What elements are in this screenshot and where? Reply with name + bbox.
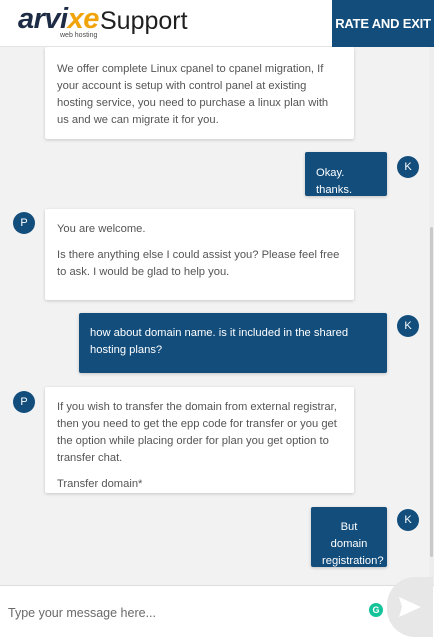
header-title: Support <box>100 7 188 35</box>
send-icon <box>399 597 421 617</box>
grammarly-icon[interactable]: G <box>369 603 383 617</box>
user-message: Okay. thanks. <box>305 152 387 196</box>
agent-avatar: P <box>13 212 35 234</box>
agent-message: We offer complete Linux cpanel to cpanel… <box>45 47 354 139</box>
logo-tagline: web hosting <box>60 32 98 39</box>
logo-wordmark: arvixe <box>18 3 99 35</box>
user-avatar: K <box>397 509 419 531</box>
message-text: You are welcome. <box>57 223 146 235</box>
message-scrollbar[interactable] <box>429 47 434 585</box>
message-list[interactable]: We offer complete Linux cpanel to cpanel… <box>0 47 434 585</box>
user-message: how about domain name. is it included in… <box>79 313 387 373</box>
user-avatar: K <box>397 315 419 337</box>
message-text: how about domain name. is it included in… <box>90 327 349 356</box>
agent-avatar: P <box>13 391 35 413</box>
message-text: We offer complete Linux cpanel to cpanel… <box>57 63 329 126</box>
message-text: Transfer domain* <box>57 478 143 490</box>
user-avatar: K <box>397 156 419 178</box>
message-text: Okay. thanks. <box>316 167 353 196</box>
user-message: But domain registration? <box>311 507 387 567</box>
send-button[interactable] <box>387 577 433 637</box>
message-text: But domain registration? <box>322 521 384 567</box>
message-text: Is there anything else I could assist yo… <box>57 249 340 278</box>
message-input[interactable] <box>8 595 363 631</box>
message-composer: G <box>0 585 434 640</box>
agent-message: You are welcome. Is there anything else … <box>45 209 354 300</box>
rate-and-exit-button[interactable]: RATE AND EXIT <box>332 0 434 47</box>
chat-header: arvixe web hosting Support RATE AND EXIT <box>0 0 434 47</box>
message-text: If you wish to transfer the domain from … <box>57 401 337 464</box>
scrollbar-thumb[interactable] <box>430 227 433 557</box>
agent-message: If you wish to transfer the domain from … <box>45 387 354 493</box>
